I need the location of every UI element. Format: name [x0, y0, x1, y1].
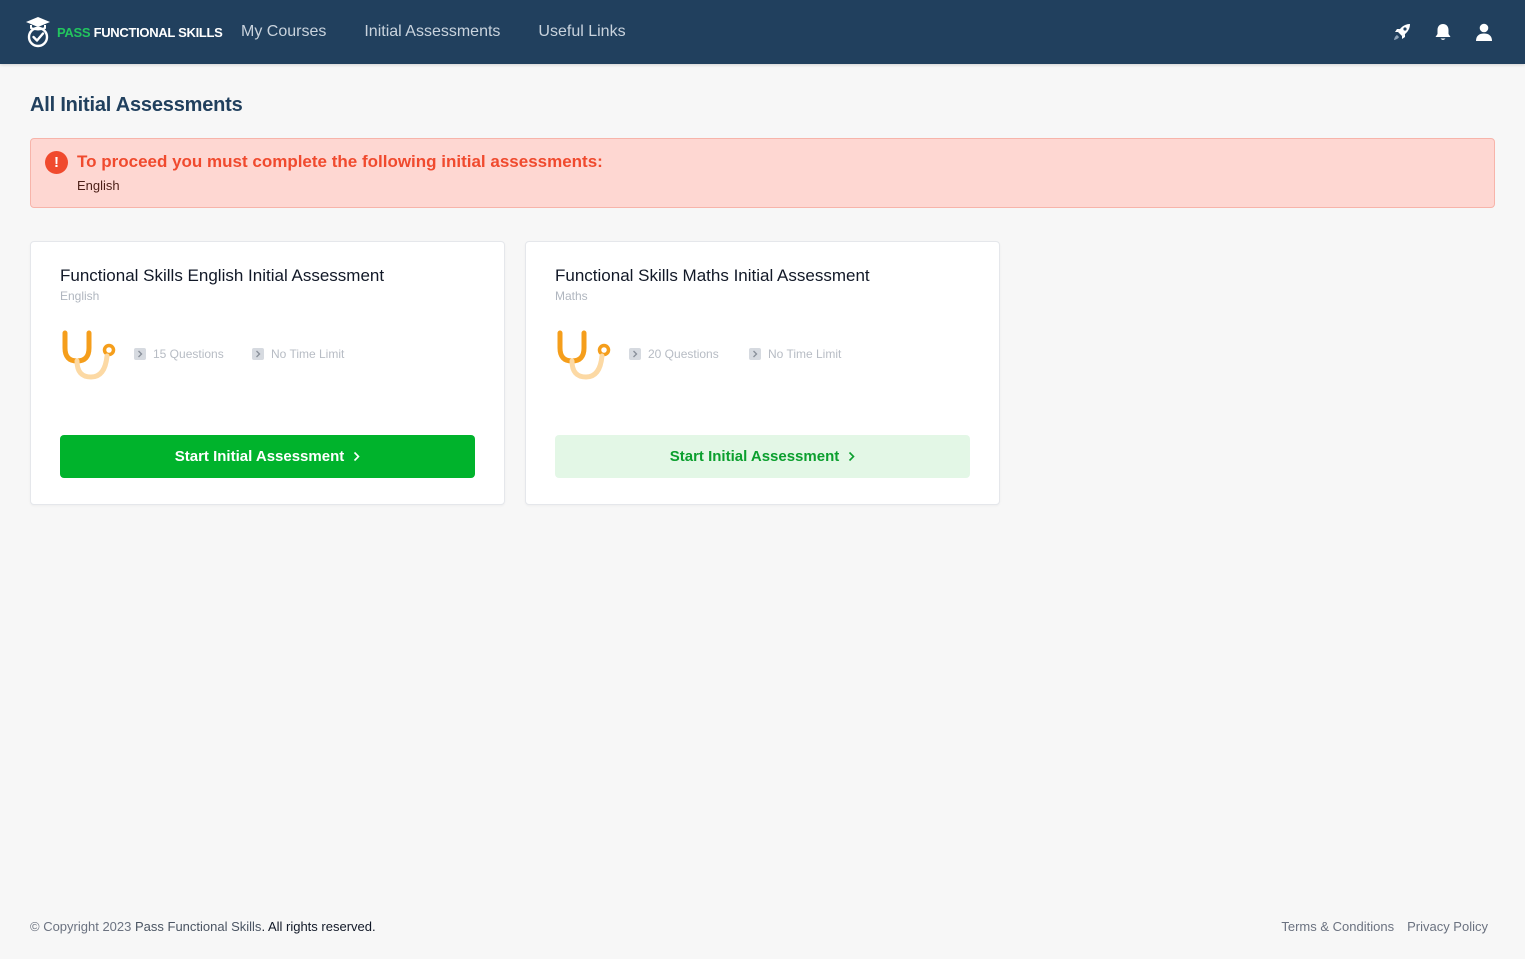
rocket-icon[interactable]: [1391, 21, 1413, 43]
terms-link[interactable]: Terms & Conditions: [1281, 919, 1394, 934]
time-limit-meta: No Time Limit: [252, 347, 344, 361]
start-button-label: Start Initial Assessment: [174, 448, 345, 465]
card-title: Functional Skills English Initial Assess…: [60, 266, 385, 285]
nav-my-courses[interactable]: My Courses: [241, 23, 326, 41]
site-logo[interactable]: PASS FUNCTIONAL SKILLS: [25, 16, 223, 48]
nav-useful-links[interactable]: Useful Links: [538, 23, 625, 41]
page-title: All Initial Assessments: [30, 94, 243, 116]
copyright-brand: Pass Functional Skills: [134, 919, 262, 934]
start-assessment-button[interactable]: Start Initial Assessment: [60, 435, 475, 478]
header-actions: [1372, 0, 1495, 64]
alert-detail: English: [77, 178, 120, 193]
main-nav: My Courses Initial Assessments Useful Li…: [241, 0, 664, 64]
card-subject: English: [60, 289, 100, 303]
questions-meta: 15 Questions: [134, 347, 224, 361]
bell-icon[interactable]: [1432, 21, 1454, 43]
top-nav-bar: PASS FUNCTIONAL SKILLS My Courses Initia…: [0, 0, 1525, 64]
chevron-right-icon: [134, 348, 146, 360]
logo-wordmark: PASS FUNCTIONAL SKILLS: [57, 25, 223, 40]
time-limit-meta: No Time Limit: [749, 347, 841, 361]
question-count: 20 Questions: [648, 347, 719, 361]
chevron-right-icon: [353, 449, 360, 465]
nav-initial-assessments[interactable]: Initial Assessments: [364, 23, 500, 41]
start-button-label: Start Initial Assessment: [669, 448, 840, 465]
assessment-card-maths: Functional Skills Maths Initial Assessme…: [525, 241, 1000, 505]
footer-copyright: © Copyright 2023 Pass Functional Skills.…: [30, 919, 376, 934]
questions-meta: 20 Questions: [629, 347, 719, 361]
chevron-right-icon: [252, 348, 264, 360]
footer-links: Terms & Conditions Privacy Policy: [1268, 919, 1488, 934]
assessment-card-english: Functional Skills English Initial Assess…: [30, 241, 505, 505]
question-count: 15 Questions: [153, 347, 224, 361]
chevron-right-icon: [848, 449, 855, 465]
stethoscope-logo-icon: [555, 328, 615, 384]
chevron-right-icon: [629, 348, 641, 360]
copyright-prefix: © Copyright 2023: [30, 919, 135, 934]
card-title: Functional Skills Maths Initial Assessme…: [555, 266, 870, 285]
required-assessments-alert: ! To proceed you must complete the follo…: [30, 138, 1495, 208]
chevron-right-icon: [749, 348, 761, 360]
logo-brand-text: FUNCTIONAL SKILLS: [93, 24, 223, 40]
exclamation-icon: !: [45, 151, 68, 174]
copyright-rights: . All rights reserved.: [261, 919, 376, 934]
card-subject: Maths: [555, 289, 588, 303]
graduation-check-icon: [25, 16, 51, 48]
privacy-policy-link[interactable]: Privacy Policy: [1407, 919, 1488, 934]
start-assessment-button[interactable]: Start Initial Assessment: [555, 435, 970, 478]
stethoscope-logo-icon: [60, 328, 120, 384]
logo-pass-text: PASS: [57, 24, 91, 40]
time-limit: No Time Limit: [271, 347, 345, 361]
alert-title: To proceed you must complete the followi…: [77, 152, 603, 171]
user-icon[interactable]: [1473, 21, 1495, 43]
time-limit: No Time Limit: [768, 347, 842, 361]
